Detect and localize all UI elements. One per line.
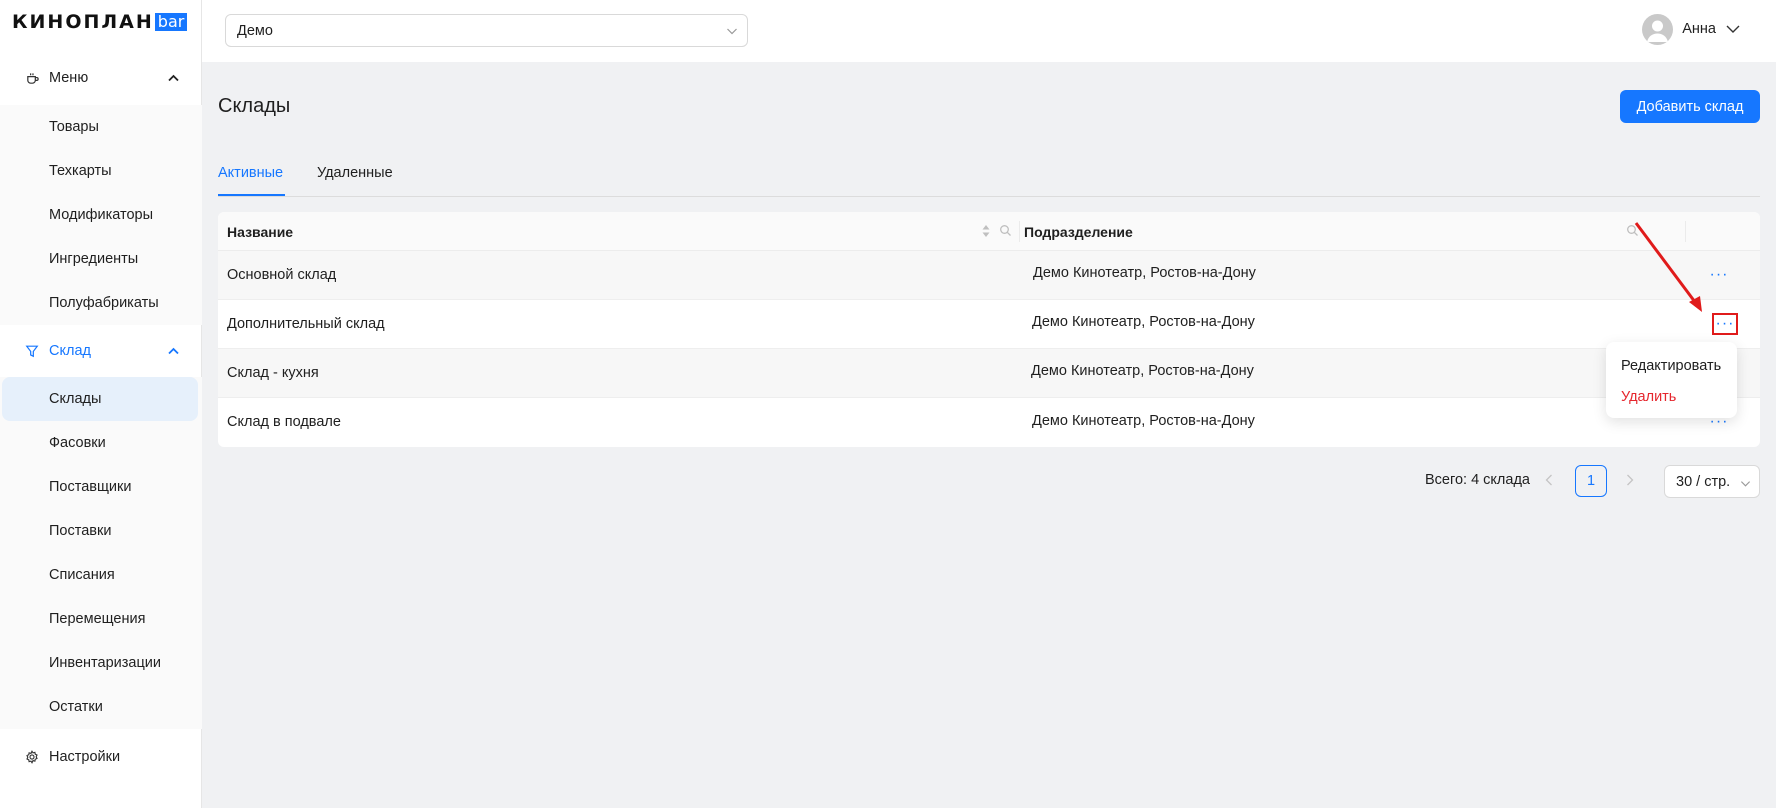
tab-deleted[interactable]: Удаленные	[317, 165, 393, 181]
sort-icon[interactable]	[981, 223, 991, 242]
nav-group-warehouse[interactable]: Склад	[0, 331, 202, 371]
page-title: Склады	[218, 95, 291, 117]
sidebar: КИНОПЛАН bar Меню Товары Техкарты Модифи…	[0, 0, 202, 808]
tab-ink-bar	[218, 194, 285, 196]
sidebar-item-products[interactable]: Товары	[0, 105, 202, 149]
page-size-value: 30 / стр.	[1676, 473, 1731, 490]
logo[interactable]: КИНОПЛАН bar	[12, 11, 188, 33]
page-size-select[interactable]: 30 / стр.	[1664, 465, 1760, 498]
row-actions-menu: Редактировать Удалить	[1606, 342, 1737, 418]
warehouse-name: Склад в подвале	[227, 414, 341, 430]
row-actions-button[interactable]: ···	[1712, 313, 1738, 335]
table-row[interactable]: Дополнительный склад Демо Кинотеатр, Рос…	[218, 300, 1760, 349]
sidebar-item-suppliers[interactable]: Поставщики	[0, 465, 202, 509]
logo-text: КИНОПЛАН	[12, 11, 154, 33]
sidebar-item-modifiers[interactable]: Модификаторы	[0, 193, 202, 237]
chevron-up-icon	[166, 71, 180, 85]
tabs: Активные Удаленные	[218, 150, 1760, 197]
nav-group-settings[interactable]: Настройки	[0, 737, 202, 777]
pagination-total: Всего: 4 склада	[1425, 472, 1530, 488]
chevron-right-icon[interactable]	[1622, 472, 1638, 488]
menu-item-edit[interactable]: Редактировать	[1621, 358, 1721, 374]
funnel-icon	[24, 343, 40, 359]
user-menu[interactable]: Анна	[1642, 13, 1740, 45]
warehouse-division: Демо Кинотеатр, Ростов-на-Дону	[1033, 265, 1256, 281]
sidebar-item-inventories[interactable]: Инвентаризации	[0, 641, 202, 685]
warehouse-submenu: Склады Фасовки Поставщики Поставки Списа…	[0, 377, 202, 729]
user-avatar-icon	[1642, 13, 1674, 45]
menu-submenu: Товары Техкарты Модификаторы Ингредиенты…	[0, 105, 202, 325]
sidebar-item-write-offs[interactable]: Списания	[0, 553, 202, 597]
tab-active[interactable]: Активные	[218, 165, 283, 181]
search-icon[interactable]	[999, 224, 1012, 240]
warehouse-name: Основной склад	[227, 267, 337, 283]
warehouses-table: Название Подразделение Основной склад Де…	[218, 212, 1760, 447]
sidebar-item-ingredients[interactable]: Ингредиенты	[0, 237, 202, 281]
sidebar-item-techcards[interactable]: Техкарты	[0, 149, 202, 193]
table-header: Название Подразделение	[218, 212, 1760, 251]
coffee-cup-icon	[24, 70, 40, 86]
add-warehouse-button[interactable]: Добавить склад	[1620, 90, 1760, 123]
sidebar-item-transfers[interactable]: Перемещения	[0, 597, 202, 641]
warehouse-division: Демо Кинотеатр, Ростов-на-Дону	[1032, 314, 1255, 330]
nav-group-warehouse-label: Склад	[49, 343, 91, 359]
sidebar-item-semi-finished[interactable]: Полуфабрикаты	[0, 281, 202, 325]
sidebar-item-warehouses[interactable]: Склады	[2, 377, 198, 421]
column-header-name: Название	[227, 224, 294, 240]
chevron-down-icon	[726, 25, 738, 37]
user-name: Анна	[1682, 21, 1716, 37]
menu-item-delete[interactable]: Удалить	[1621, 389, 1676, 405]
logo-badge: bar	[154, 13, 188, 31]
chevron-down-icon	[1740, 477, 1751, 488]
gear-icon	[24, 749, 40, 765]
warehouse-division: Демо Кинотеатр, Ростов-на-Дону	[1032, 413, 1255, 429]
warehouse-name: Склад - кухня	[227, 365, 319, 381]
chevron-up-icon	[166, 344, 180, 358]
table-row[interactable]: Склад в подвале Демо Кинотеатр, Ростов-н…	[218, 398, 1760, 447]
sidebar-item-deliveries[interactable]: Поставки	[0, 509, 202, 553]
table-row[interactable]: Основной склад Демо Кинотеатр, Ростов-на…	[218, 251, 1760, 300]
topbar: Демо Анна	[202, 0, 1776, 62]
column-header-division: Подразделение	[1024, 224, 1133, 240]
annotation-arrow-icon	[1634, 222, 1702, 312]
chevron-down-icon	[1726, 21, 1740, 37]
pagination-page-1[interactable]: 1	[1575, 465, 1607, 497]
cinema-select[interactable]: Демо	[225, 14, 748, 47]
chevron-left-icon[interactable]	[1541, 472, 1557, 488]
sidebar-item-stock[interactable]: Остатки	[0, 685, 202, 729]
warehouse-division: Демо Кинотеатр, Ростов-на-Дону	[1031, 363, 1254, 379]
nav-group-settings-label: Настройки	[49, 749, 121, 765]
nav-group-menu-label: Меню	[49, 70, 89, 86]
nav-group-menu[interactable]: Меню	[0, 58, 202, 98]
column-separator	[1019, 221, 1020, 242]
sidebar-item-packaging[interactable]: Фасовки	[0, 421, 202, 465]
cinema-select-value: Демо	[237, 22, 273, 39]
warehouse-name: Дополнительный склад	[227, 316, 385, 332]
table-row[interactable]: Склад - кухня Демо Кинотеатр, Ростов-на-…	[218, 349, 1760, 398]
